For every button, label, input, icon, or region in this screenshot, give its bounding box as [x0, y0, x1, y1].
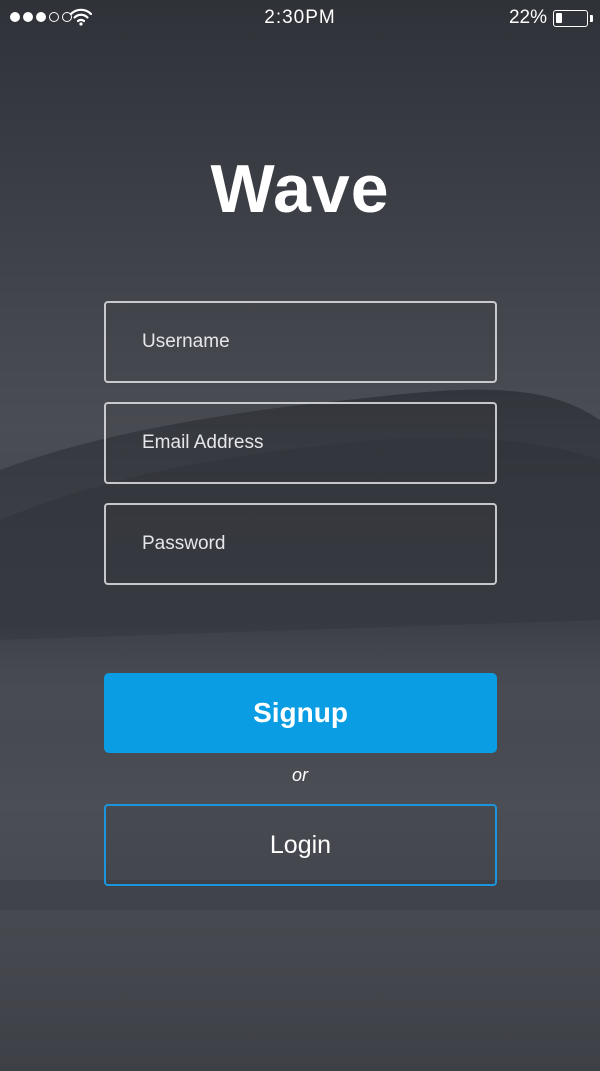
battery-icon — [553, 10, 588, 27]
battery-fill — [556, 13, 562, 23]
email-field[interactable] — [104, 402, 497, 484]
username-input[interactable] — [106, 303, 495, 381]
signup-button[interactable]: Signup — [104, 673, 497, 753]
email-input[interactable] — [106, 404, 495, 482]
password-field[interactable] — [104, 503, 497, 585]
battery-nub — [590, 15, 593, 22]
or-divider-text: or — [291, 765, 308, 785]
login-screen: 2:30PM 22% Wave Signup or Login — [0, 0, 600, 1071]
login-button[interactable]: Login — [104, 804, 497, 886]
app-title: Wave — [210, 151, 390, 227]
username-field[interactable] — [104, 301, 497, 383]
battery-percent: 22% — [508, 7, 547, 28]
password-input[interactable] — [106, 505, 495, 583]
status-bar: 2:30PM 22% — [0, 0, 600, 36]
